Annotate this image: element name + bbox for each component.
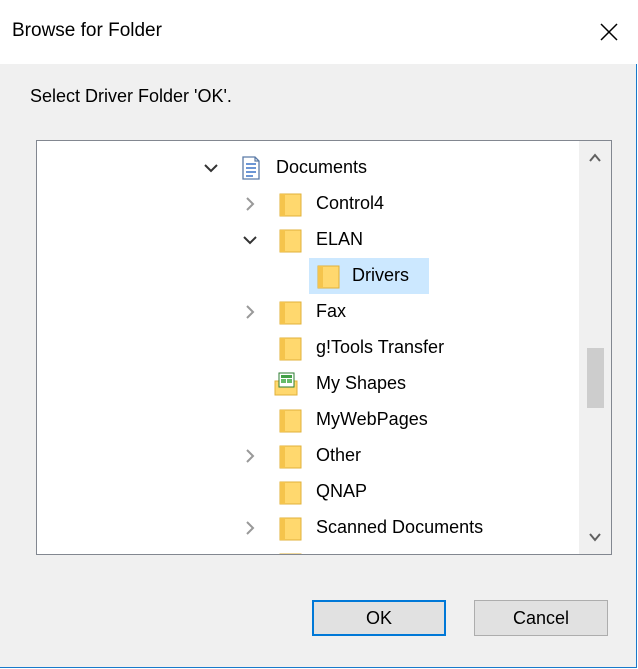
scroll-down-button[interactable] xyxy=(579,520,611,554)
tree-item-label: My Shapes xyxy=(316,373,407,393)
tree-item-label: Scanned Documents xyxy=(316,517,484,537)
close-icon xyxy=(600,23,618,41)
tree-item-drivers[interactable]: Drivers xyxy=(37,258,582,294)
chevron-up-icon xyxy=(589,153,601,162)
folder-icon xyxy=(279,193,302,217)
tree-item-label: Other xyxy=(316,445,362,465)
tree-item-other[interactable]: Other xyxy=(37,438,582,474)
folder-icon xyxy=(279,229,302,253)
folder-icon xyxy=(317,265,340,289)
tree-item-fax[interactable]: Fax xyxy=(37,294,582,330)
instruction-text: Select Driver Folder 'OK'. xyxy=(30,86,232,106)
tree-item-label: Drivers xyxy=(348,264,413,287)
title-bar: Browse for Folder xyxy=(0,0,637,64)
window-title: Browse for Folder xyxy=(12,20,162,41)
tree-item-control4[interactable]: Control4 xyxy=(37,186,582,222)
tree-item-label: ELAN xyxy=(316,229,364,249)
tree-item-label: MyWebPages xyxy=(316,409,428,429)
chevron-down-icon[interactable] xyxy=(201,158,221,178)
tree-item-my-shapes[interactable]: My Shapes xyxy=(37,366,582,402)
chevron-right-icon[interactable] xyxy=(240,302,260,322)
documents-icon xyxy=(242,156,260,180)
chevron-right-icon[interactable] xyxy=(240,446,260,466)
tree-item-label: Documents xyxy=(276,157,368,177)
folder-icon xyxy=(279,481,302,505)
tree-item-qnap[interactable]: QNAP xyxy=(37,474,582,510)
scrollbar-thumb[interactable] xyxy=(587,348,604,408)
browse-for-folder-dialog: Browse for Folder Select Driver Folder '… xyxy=(0,0,637,668)
chevron-right-icon[interactable] xyxy=(240,194,260,214)
ok-button[interactable]: OK xyxy=(312,600,446,636)
folder-icon xyxy=(279,301,302,325)
chevron-down-icon[interactable] xyxy=(240,230,260,250)
folder-tree[interactable]: Documents Control4 ELAN Drivers Fax g!To… xyxy=(36,140,612,555)
chevron-right-icon[interactable] xyxy=(240,518,260,538)
tree-item-label: Fax xyxy=(316,301,347,321)
chevron-down-icon xyxy=(589,533,601,542)
close-button[interactable] xyxy=(581,0,637,64)
folder-icon xyxy=(279,553,302,554)
folder-icon xyxy=(279,337,302,361)
tree-item-mywebpages[interactable]: MyWebPages xyxy=(37,402,582,438)
folder-icon xyxy=(279,517,302,541)
tree-item-label: g!Tools Transfer xyxy=(316,337,445,357)
scroll-up-button[interactable] xyxy=(579,141,611,175)
tree-item-documents[interactable]: Documents xyxy=(37,150,582,186)
tree-item-partial[interactable] xyxy=(37,546,582,554)
tree-item-scanned-documents[interactable]: Scanned Documents xyxy=(37,510,582,546)
vertical-scrollbar[interactable] xyxy=(579,141,611,554)
cancel-button[interactable]: Cancel xyxy=(474,600,608,636)
folder-icon xyxy=(279,409,302,433)
tree-item-elan[interactable]: ELAN xyxy=(37,222,582,258)
tree-item-label: QNAP xyxy=(316,481,368,501)
tree-item-gtools-transfer[interactable]: g!Tools Transfer xyxy=(37,330,582,366)
folder-icon xyxy=(279,445,302,469)
tree-item-label: Control4 xyxy=(316,193,385,213)
shapes-folder-icon xyxy=(274,372,298,396)
